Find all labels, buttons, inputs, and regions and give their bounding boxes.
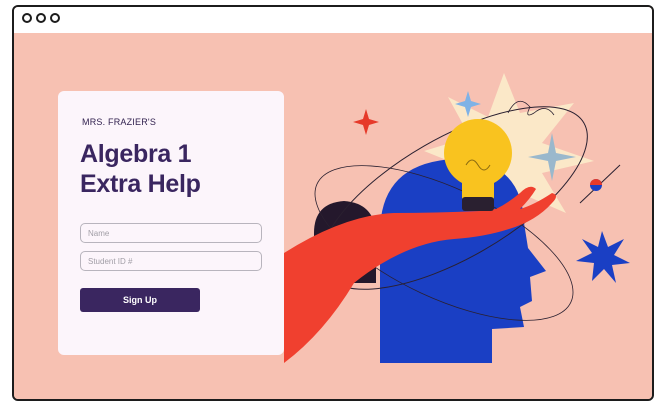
blue-star-icon	[576, 231, 630, 283]
lightbulb-hand-illustration	[284, 73, 630, 363]
window-dot-icon[interactable]	[50, 13, 60, 23]
page-title: Algebra 1 Extra Help	[80, 139, 201, 199]
student-id-input[interactable]	[80, 251, 262, 271]
lightbulb-icon	[444, 119, 512, 187]
page-content: MRS. FRAZIER'S Algebra 1 Extra Help Sign…	[14, 33, 652, 399]
bulb-base	[462, 197, 494, 211]
pin-dot-half	[590, 179, 602, 185]
window-dot-icon[interactable]	[36, 13, 46, 23]
window-dot-icon[interactable]	[22, 13, 32, 23]
red-sparkle-icon	[353, 109, 379, 135]
browser-window: MRS. FRAZIER'S Algebra 1 Extra Help Sign…	[12, 5, 654, 401]
signup-card: MRS. FRAZIER'S Algebra 1 Extra Help Sign…	[58, 91, 284, 355]
window-titlebar	[14, 7, 652, 35]
title-line-2: Extra Help	[80, 170, 201, 198]
name-input[interactable]	[80, 223, 262, 243]
signup-button[interactable]: Sign Up	[80, 288, 200, 312]
title-line-1: Algebra 1	[80, 140, 192, 168]
teacher-label: MRS. FRAZIER'S	[82, 117, 157, 127]
